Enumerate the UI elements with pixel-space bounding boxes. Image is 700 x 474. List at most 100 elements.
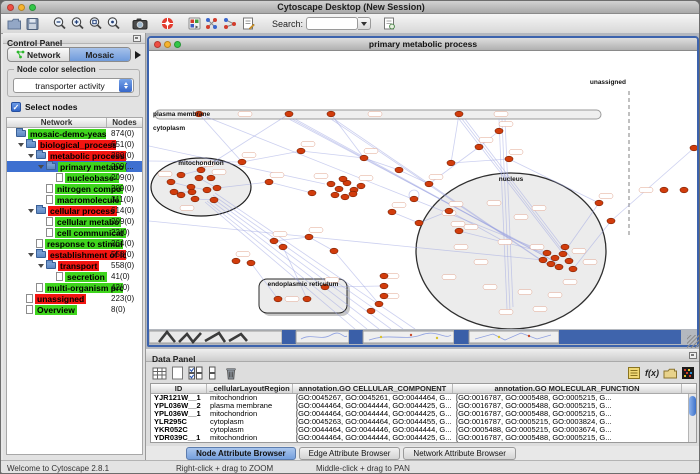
network-node[interactable] bbox=[170, 189, 178, 195]
table-cell[interactable]: [GO:0045263, GO:0044464, GO:0044455, G..… bbox=[293, 418, 453, 426]
network-node[interactable] bbox=[367, 308, 375, 314]
network-node[interactable] bbox=[375, 301, 383, 307]
export-snapshot-icon[interactable] bbox=[131, 15, 149, 32]
network-node[interactable] bbox=[213, 185, 221, 191]
help-icon[interactable] bbox=[158, 15, 176, 32]
table-cell[interactable]: [GO:0005488, GO:0005215, GO:0003674, G..… bbox=[453, 426, 682, 434]
tree-item-nitrogen-compo[interactable]: nitrogen compo209(0) bbox=[7, 183, 142, 194]
network-node[interactable] bbox=[455, 228, 463, 234]
network-canvas[interactable]: plasma membrane cytoplasm mitochondrion … bbox=[149, 51, 697, 329]
table-row[interactable]: YLR295Ccytoplasm[GO:0045263, GO:0044464,… bbox=[151, 418, 696, 426]
table-row[interactable]: YPL036W__2plasma membrane[GO:0044464, GO… bbox=[151, 402, 696, 410]
column-header[interactable]: _cellularLayoutRegion bbox=[207, 384, 293, 393]
network-node[interactable] bbox=[297, 148, 305, 154]
network-node[interactable] bbox=[270, 238, 278, 244]
table-cell[interactable]: YDR039C__1 bbox=[151, 434, 207, 442]
table-row[interactable]: YKR052Ccytoplasm[GO:0044464, GO:0044446,… bbox=[151, 426, 696, 434]
tab-edge-attribute-browser[interactable]: Edge Attribute Browser bbox=[299, 447, 401, 460]
table-scrollbar-thumb[interactable] bbox=[689, 396, 696, 416]
column-header[interactable]: annotation.GO CELLULAR_COMPONENT bbox=[293, 384, 453, 393]
network-node[interactable] bbox=[177, 172, 185, 178]
table-row[interactable]: YJR121W__1mitochondrion[GO:0045267, GO:0… bbox=[151, 394, 696, 402]
expander-icon[interactable] bbox=[38, 165, 44, 169]
network-node[interactable] bbox=[279, 244, 287, 250]
expander-icon[interactable] bbox=[28, 209, 34, 213]
table-cell[interactable]: [GO:0044464, GO:0044444, GO:0044425, G..… bbox=[293, 434, 453, 442]
tree-item-nucleobase-[interactable]: nucleobase-209(0) bbox=[7, 172, 142, 183]
tab-network-attribute-browser[interactable]: Network Attribute Browser bbox=[403, 447, 515, 460]
network-node[interactable] bbox=[445, 208, 453, 214]
network-node[interactable] bbox=[330, 248, 338, 254]
tree-item-biological-process[interactable]: biological_process651(0) bbox=[7, 139, 142, 150]
network-node[interactable] bbox=[388, 209, 396, 215]
network-node[interactable] bbox=[210, 197, 218, 203]
network-node[interactable] bbox=[455, 111, 463, 117]
network-node[interactable] bbox=[349, 191, 357, 197]
network-node[interactable] bbox=[191, 196, 199, 202]
network-node[interactable] bbox=[561, 244, 569, 250]
network-node[interactable] bbox=[410, 196, 418, 202]
zoom-whole-network-icon[interactable] bbox=[104, 15, 122, 32]
attribute-grid-icon[interactable] bbox=[150, 365, 168, 381]
tree-item-unassigned[interactable]: unassigned223(0) bbox=[7, 293, 142, 304]
save-session-icon[interactable] bbox=[23, 15, 41, 32]
select-nodes-option[interactable]: ✓ Select nodes bbox=[11, 102, 77, 112]
network-node[interactable] bbox=[565, 258, 573, 264]
node-color-select[interactable]: transporter activity bbox=[13, 78, 134, 93]
apply-vizmapper-icon[interactable] bbox=[221, 15, 239, 32]
tree-item-primary-metabo[interactable]: primary metabo209(... bbox=[7, 161, 142, 172]
network-node[interactable] bbox=[447, 160, 455, 166]
table-cell[interactable]: [GO:0016787, GO:0005488, GO:0005215, G..… bbox=[453, 394, 682, 402]
attribute-table-header[interactable]: ID_cellularLayoutRegionannotation.GO CEL… bbox=[151, 384, 696, 394]
network-node[interactable] bbox=[680, 187, 688, 193]
table-cell[interactable]: [GO:0044464, GO:0044444, GO:0044425, G..… bbox=[293, 410, 453, 418]
network-node[interactable] bbox=[543, 250, 551, 256]
table-row[interactable]: YDR039C__1mitochondrion[GO:0044464, GO:0… bbox=[151, 434, 696, 442]
network-node[interactable] bbox=[539, 257, 547, 263]
zoom-in-icon[interactable] bbox=[68, 15, 86, 32]
tree-item-metabolic-process[interactable]: metabolic process280(0) bbox=[7, 150, 142, 161]
network-node[interactable] bbox=[195, 175, 203, 181]
network-node[interactable] bbox=[327, 181, 335, 187]
delete-attribute-icon[interactable] bbox=[222, 365, 240, 381]
network-node[interactable] bbox=[555, 264, 563, 270]
search-dropdown-button[interactable] bbox=[358, 17, 371, 30]
zoom-out-icon[interactable] bbox=[50, 15, 68, 32]
search-input[interactable] bbox=[306, 17, 358, 30]
table-cell[interactable]: YPL036W__2 bbox=[151, 402, 207, 410]
network-node[interactable] bbox=[335, 186, 343, 192]
select-attributes-icon[interactable] bbox=[186, 365, 204, 381]
network-node[interactable] bbox=[380, 283, 388, 289]
network-node[interactable] bbox=[207, 175, 215, 181]
preferences-icon[interactable] bbox=[185, 15, 203, 32]
network-node[interactable] bbox=[660, 187, 668, 193]
table-cell[interactable]: mitochondrion bbox=[207, 394, 293, 402]
table-scrollbar[interactable] bbox=[688, 394, 696, 442]
network-node[interactable] bbox=[395, 167, 403, 173]
tree-item-cellular-process[interactable]: cellular process614(0) bbox=[7, 205, 142, 216]
more-tabs-arrow-icon[interactable] bbox=[135, 51, 141, 59]
network-node[interactable] bbox=[203, 187, 211, 193]
network-node[interactable] bbox=[505, 156, 513, 162]
tree-item-macromolecule[interactable]: macromolecule311(0) bbox=[7, 194, 142, 205]
network-node[interactable] bbox=[327, 111, 335, 117]
network-node[interactable] bbox=[595, 200, 603, 206]
network-node[interactable] bbox=[559, 251, 567, 257]
network-node[interactable] bbox=[475, 144, 483, 150]
tree-item-multi-organism-pro[interactable]: multi-organism pro42(0) bbox=[7, 282, 142, 293]
table-cell[interactable]: [GO:0045267, GO:0045261, GO:0044464, G..… bbox=[293, 394, 453, 402]
table-cell[interactable]: [GO:0016787, GO:0005215, GO:0003824, G..… bbox=[453, 418, 682, 426]
table-cell[interactable]: mitochondrion bbox=[207, 410, 293, 418]
network-node[interactable] bbox=[607, 218, 615, 224]
expander-icon[interactable] bbox=[38, 264, 44, 268]
tree-item-response-to-stimulu[interactable]: response to stimulu264(0) bbox=[7, 238, 142, 249]
tree-column-nodes[interactable]: Nodes bbox=[107, 118, 142, 127]
network-node[interactable] bbox=[569, 266, 577, 272]
network-node[interactable] bbox=[415, 220, 423, 226]
network-node[interactable] bbox=[360, 155, 368, 161]
network-node[interactable] bbox=[495, 128, 503, 134]
table-cell[interactable]: [GO:0044464, GO:0044444, GO:0044425, G..… bbox=[293, 402, 453, 410]
tab-mosaic[interactable]: Mosaic bbox=[69, 48, 131, 61]
tab-network[interactable]: Network bbox=[8, 48, 69, 61]
table-cell[interactable]: [GO:0016787, GO:0005488, GO:0005215, G..… bbox=[453, 434, 682, 442]
